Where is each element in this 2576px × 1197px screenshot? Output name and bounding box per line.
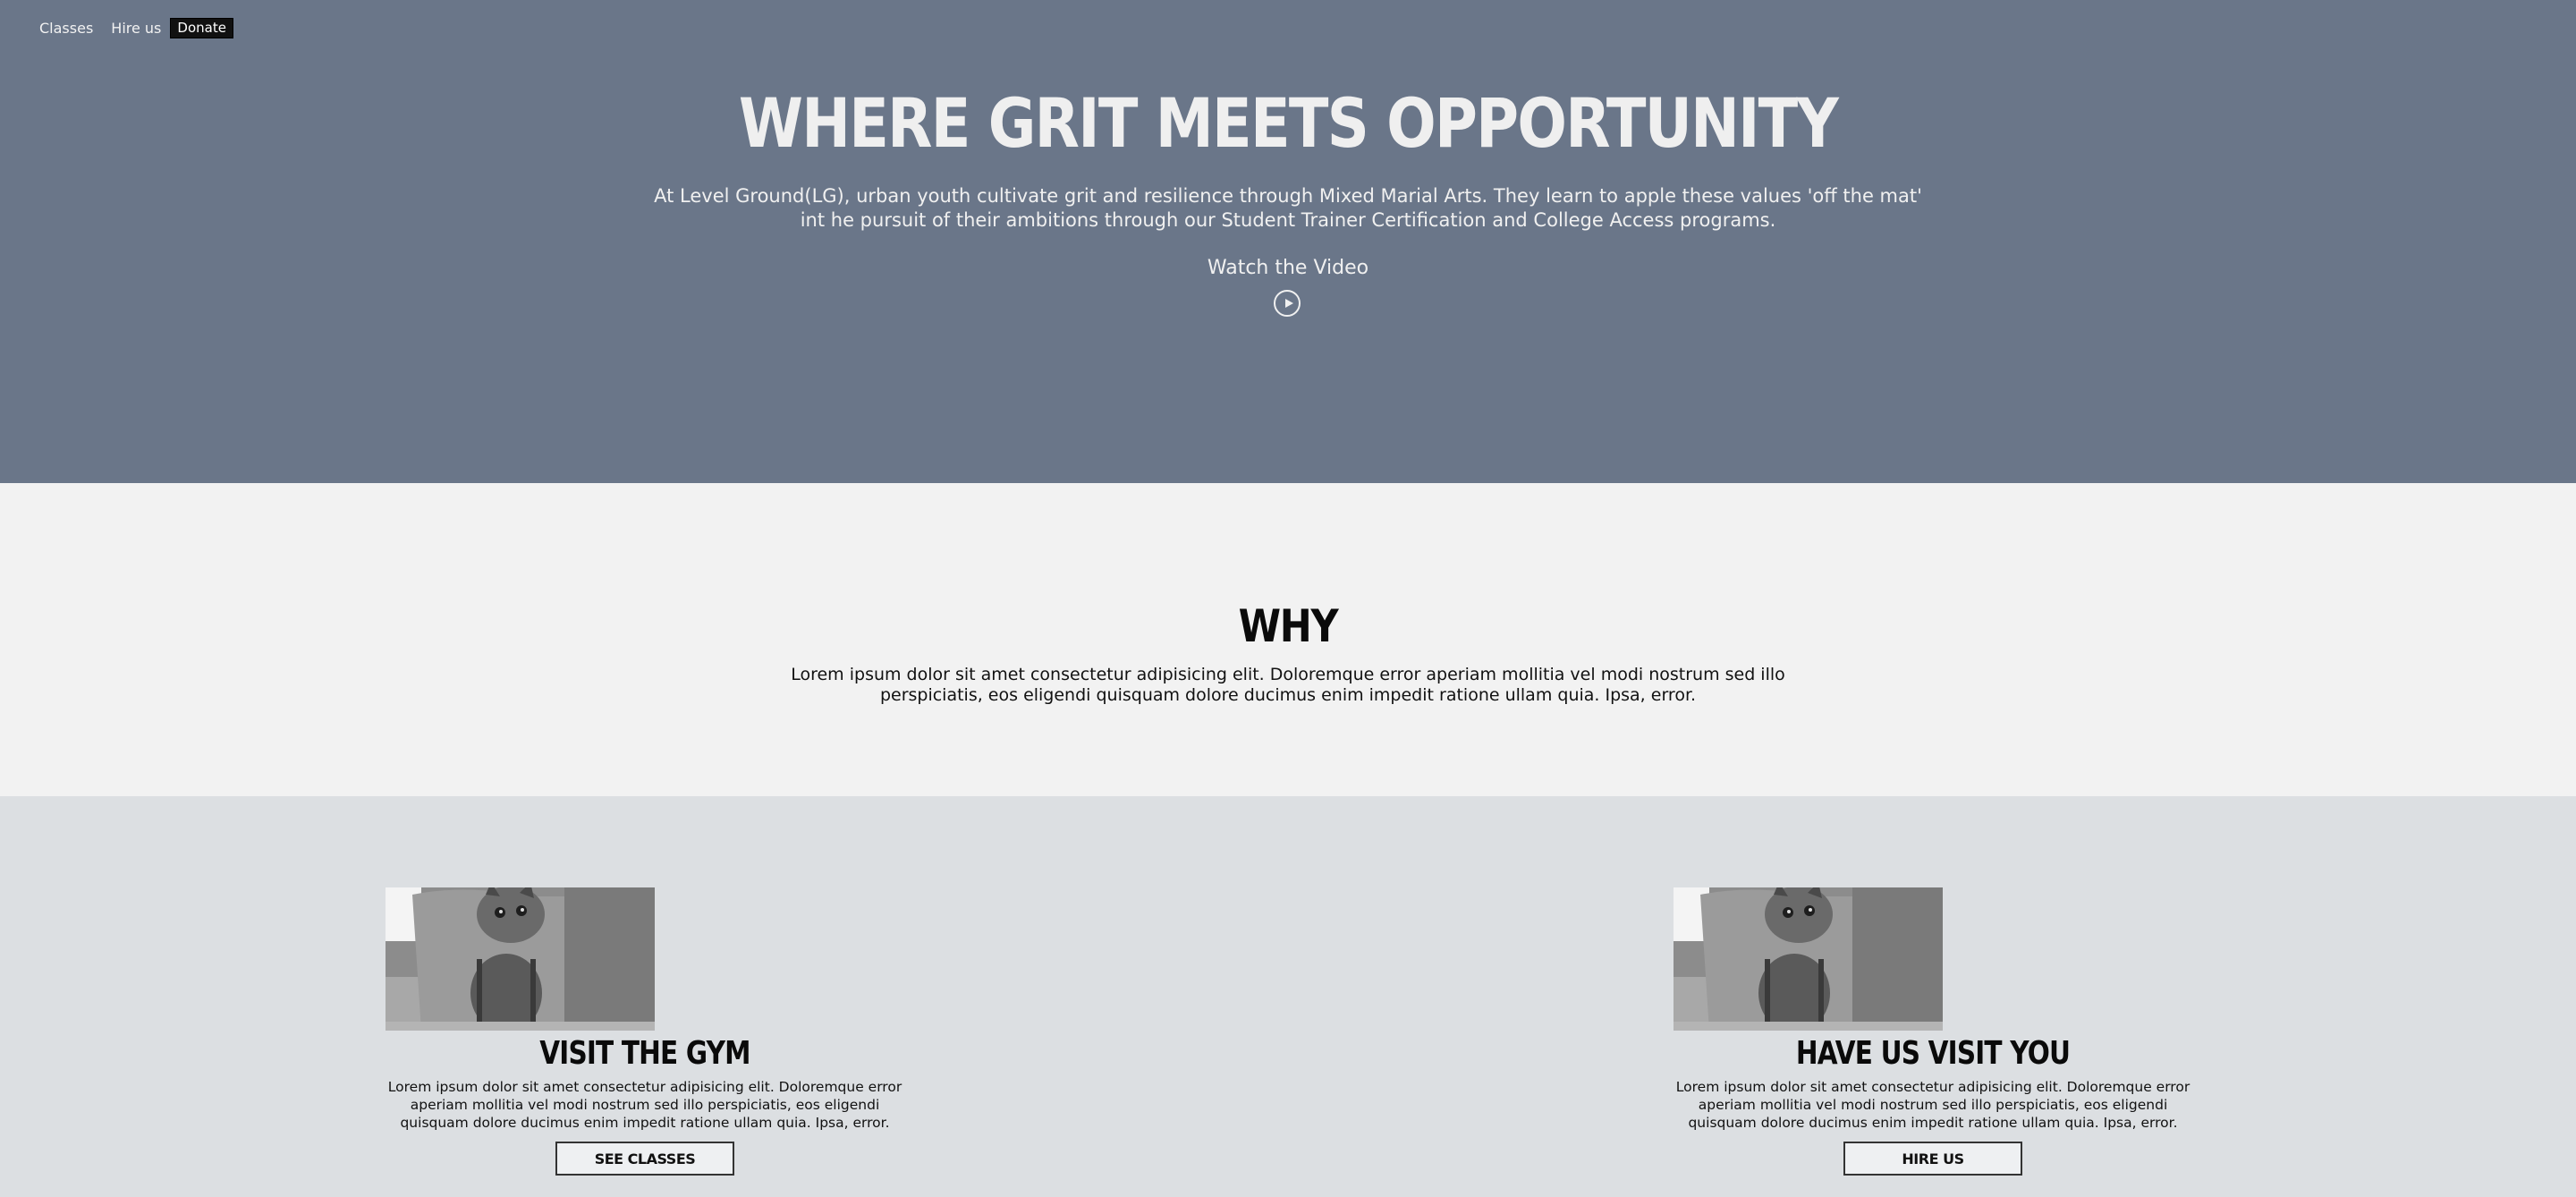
watch-video-label[interactable]: Watch the Video — [0, 256, 2576, 281]
hero-section: Classes Hire us Donate WHERE GRIT MEETS … — [0, 0, 2576, 483]
card-title: HAVE US VISIT YOU — [1795, 1035, 2071, 1072]
card-description: Lorem ipsum dolor sit amet consectetur a… — [387, 1079, 902, 1131]
donate-button[interactable]: Donate — [170, 18, 233, 38]
kitten-photo — [1674, 887, 1943, 1031]
hire-us-button[interactable]: HIRE US — [1843, 1142, 2022, 1176]
card-description: Lorem ipsum dolor sit amet consectetur a… — [1675, 1079, 2190, 1131]
why-description: Lorem ipsum dolor sit amet consectetur a… — [791, 665, 1785, 705]
hero-description: At Level Ground(LG), urban youth cultiva… — [654, 185, 1922, 231]
card-title: VISIT THE GYM — [539, 1035, 750, 1072]
kitten-photo-graphic — [386, 887, 655, 1031]
why-title: WHY — [1238, 600, 1339, 652]
kitten-photo — [386, 887, 655, 1031]
see-classes-button[interactable]: SEE CLASSES — [555, 1142, 734, 1176]
nav-link-classes[interactable]: Classes — [39, 20, 93, 38]
hero-title: WHERE GRIT MEETS OPPORTUNITY — [738, 83, 1839, 163]
kitten-photo-graphic — [1674, 887, 1943, 1031]
play-circle-icon[interactable] — [1274, 290, 1301, 317]
why-section: WHY Lorem ipsum dolor sit amet consectet… — [0, 483, 2576, 796]
nav-link-hire-us[interactable]: Hire us — [111, 20, 161, 38]
cards-section: VISIT THE GYM Lorem ipsum dolor sit amet… — [0, 796, 2576, 1197]
top-nav: Classes Hire us Donate — [39, 18, 233, 38]
